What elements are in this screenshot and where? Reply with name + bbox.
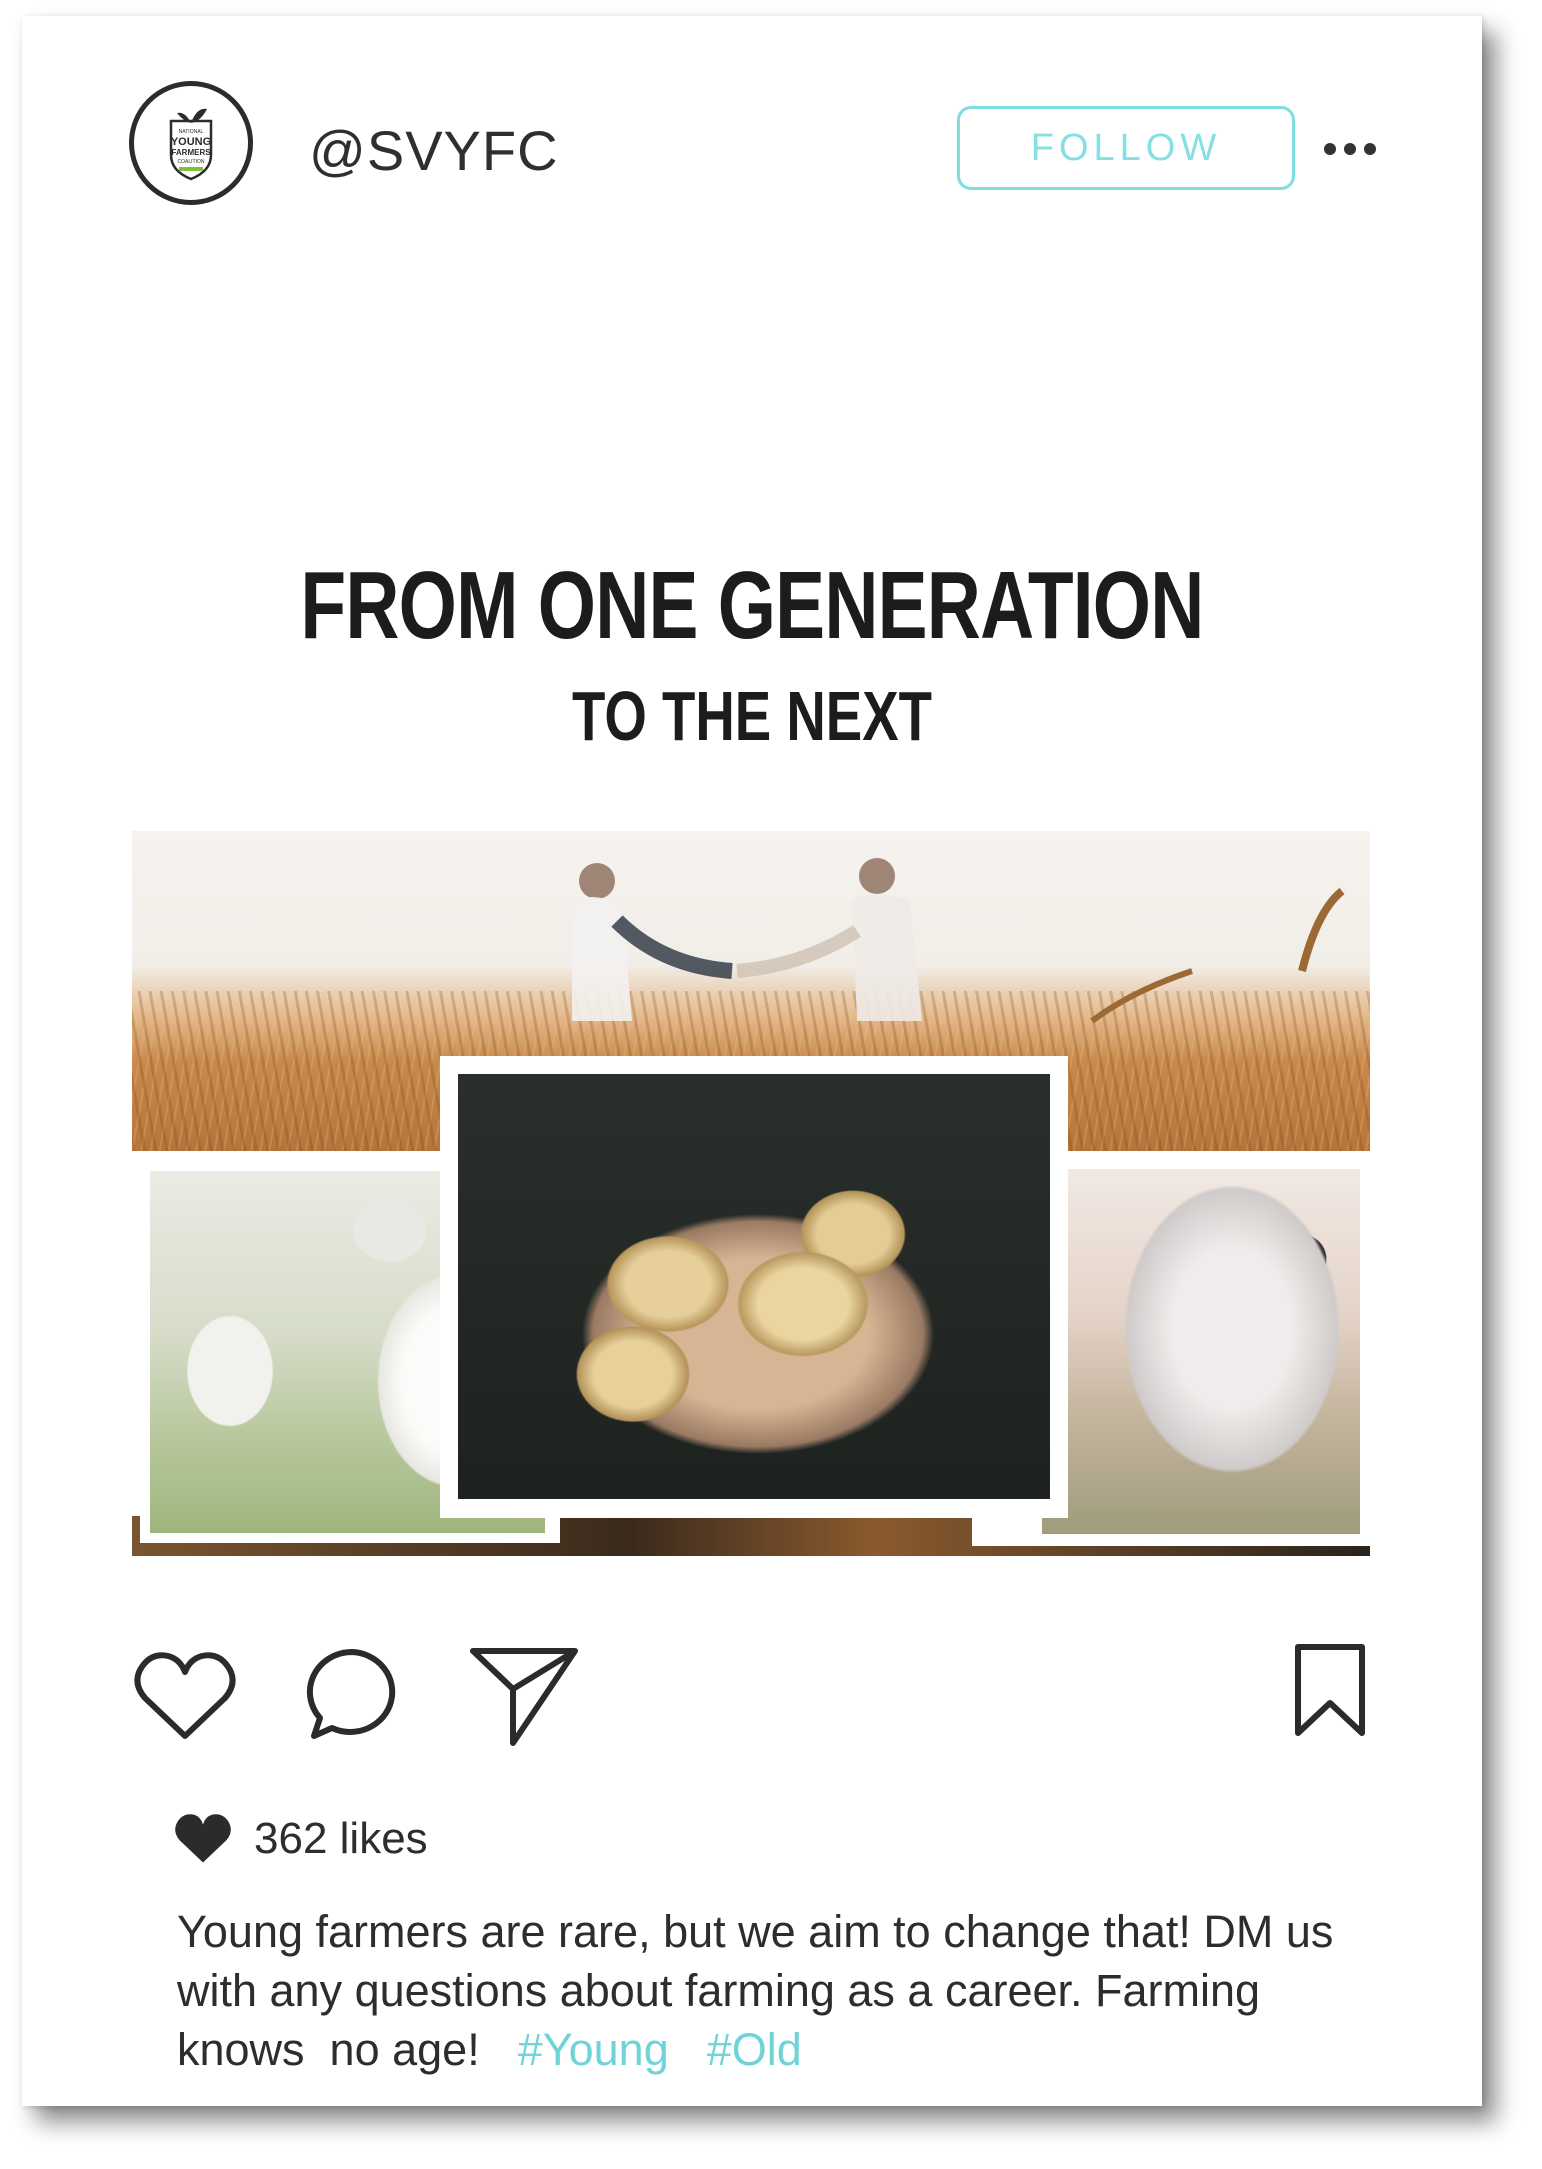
post-card: NATIONAL YOUNG FARMERS COALITION @SVYFC … [22,16,1482,2106]
svg-text:FARMERS: FARMERS [171,148,211,157]
hashtag-young[interactable]: #Young [518,2024,669,2075]
caption: Young farmers are rare, but we aim to ch… [177,1902,1377,2079]
heart-icon[interactable] [130,1646,240,1746]
hashtag-old[interactable]: #Old [707,2024,802,2075]
logo-icon: NATIONAL YOUNG FARMERS COALITION [169,108,213,181]
likes-row: 362 likes [172,1811,428,1867]
potatoes-in-hands-image [458,1074,1050,1499]
cow-image [1042,1169,1360,1534]
post-headline: FROM ONE GENERATION [300,552,1204,659]
svg-text:COALITION: COALITION [178,159,205,165]
follow-button[interactable]: FOLLOW [957,106,1295,190]
avatar[interactable]: NATIONAL YOUNG FARMERS COALITION [129,81,253,205]
post-subheadline: TO THE NEXT [572,677,932,755]
filled-heart-icon [175,1814,231,1863]
share-icon[interactable] [467,1641,582,1751]
username[interactable]: @SVYFC [309,118,559,183]
likes-count[interactable]: 362 likes [254,1814,428,1864]
bookmark-icon[interactable] [1290,1641,1370,1741]
more-options-icon[interactable] [1320,134,1380,164]
svg-text:NATIONAL: NATIONAL [179,129,204,135]
svg-text:YOUNG: YOUNG [171,136,211,148]
comment-icon[interactable] [302,1644,402,1744]
